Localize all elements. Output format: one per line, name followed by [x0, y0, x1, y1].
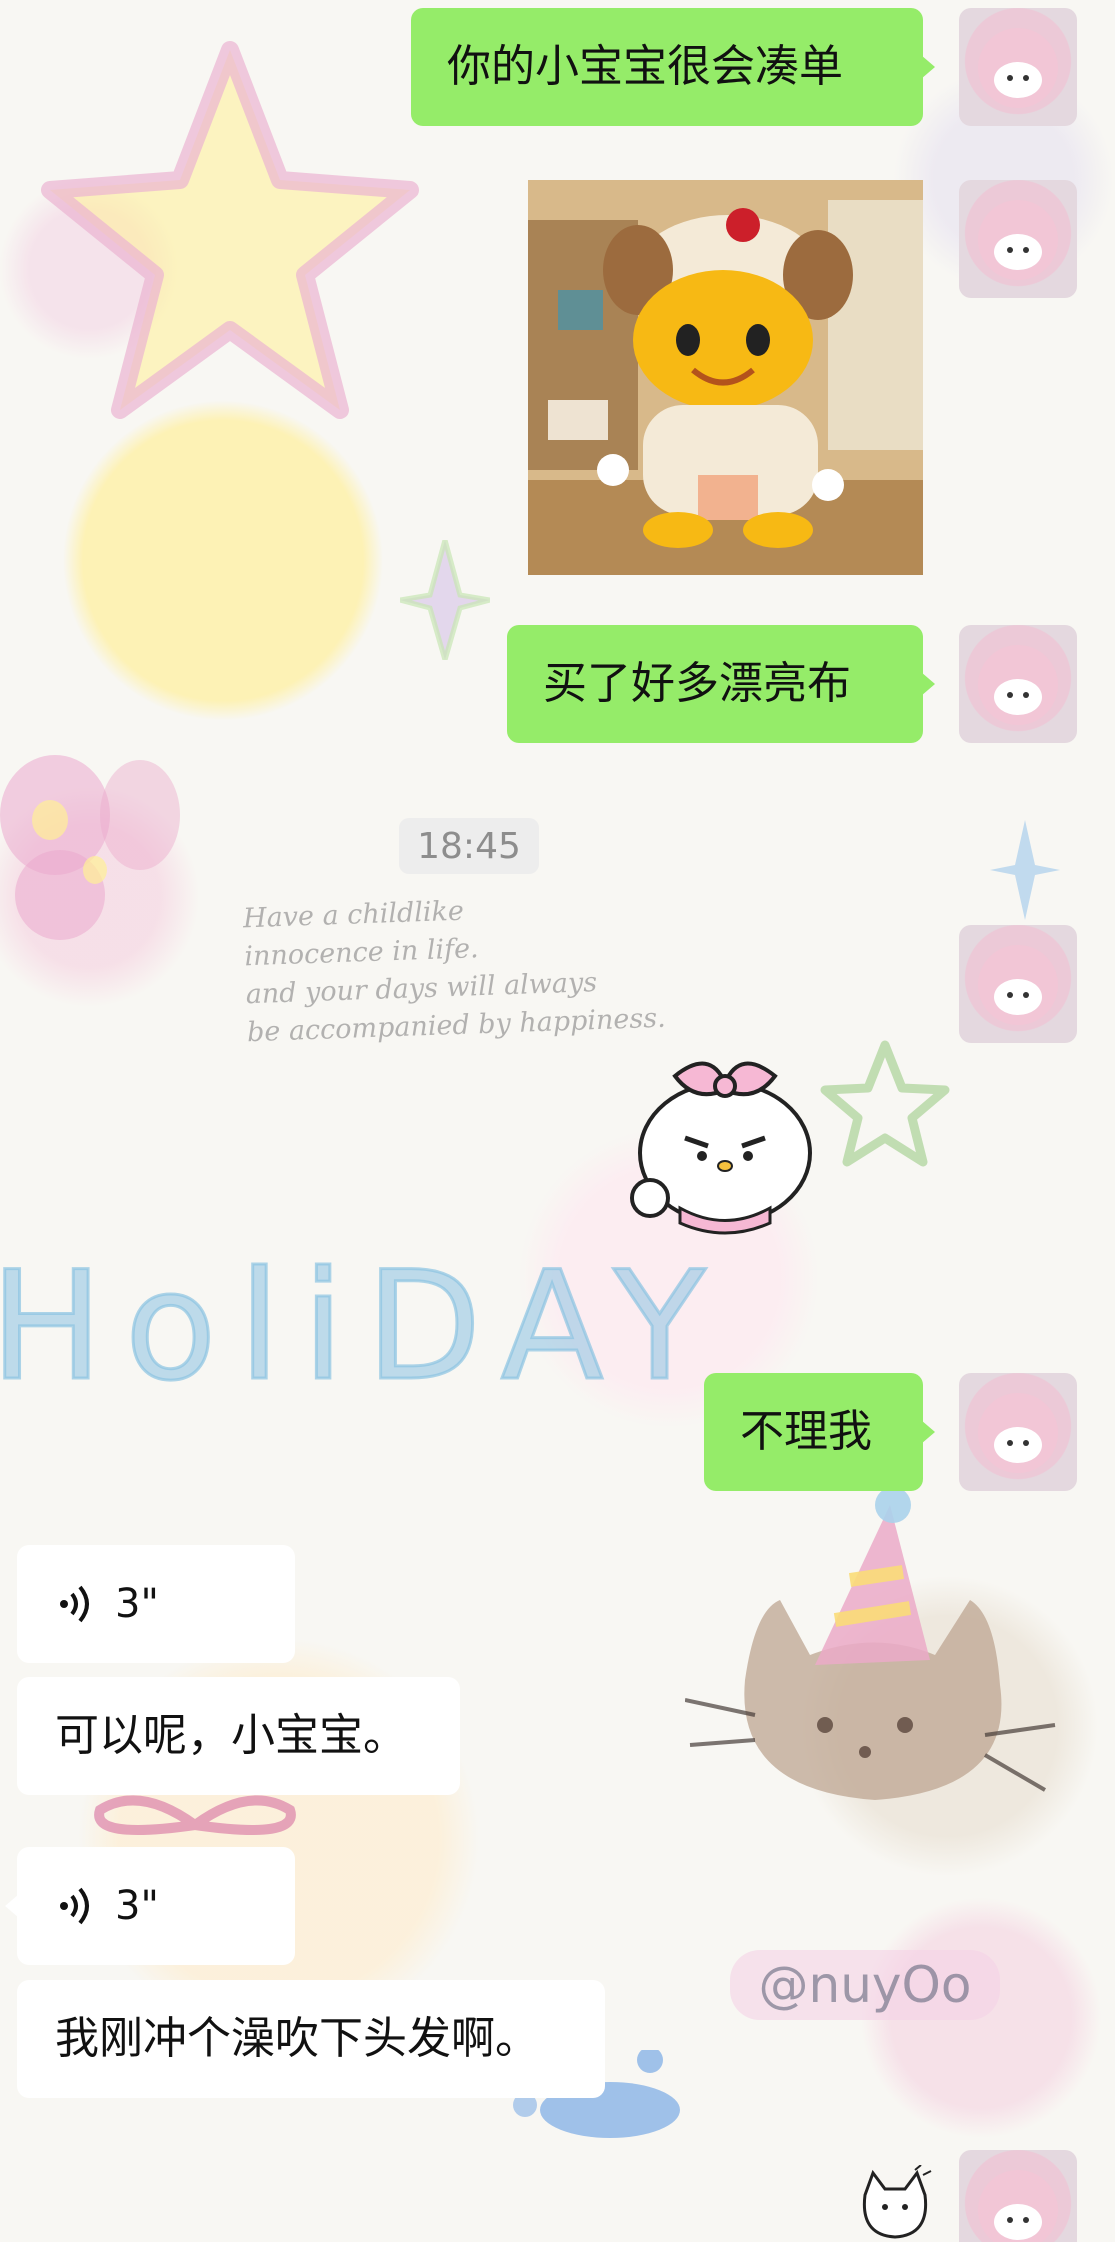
my-melody-avatar-icon [978, 2170, 1058, 2242]
voice-message-bubble[interactable]: 3" [17, 1545, 295, 1663]
background-handwriting: Have a childlike innocence in life. and … [242, 895, 667, 1049]
my-melody-avatar-icon [978, 1393, 1058, 1473]
avatar[interactable] [959, 1373, 1077, 1491]
butterfly-doodle [0, 755, 180, 940]
avatar[interactable] [959, 8, 1077, 126]
timestamp-text: 18:45 [417, 825, 521, 867]
voice-duration: 3" [115, 1883, 159, 1929]
voice-wave-icon [60, 1887, 89, 1925]
avatar[interactable] [959, 180, 1077, 298]
avatar[interactable] [959, 2150, 1077, 2242]
star-outline-doodle [820, 1040, 950, 1167]
message-text: 你的小宝宝很会凑单 [447, 41, 843, 92]
my-melody-avatar-icon [978, 645, 1058, 725]
chat-bubble-outgoing[interactable]: 买了好多漂亮布 [507, 625, 935, 743]
background-holiday-lettering: HoliDAY [0, 1239, 728, 1416]
avatar[interactable] [959, 925, 1077, 1043]
hello-kitty-sticker-icon [630, 1061, 812, 1235]
voice-wave-icon [60, 1585, 89, 1623]
chat-bubble-outgoing[interactable]: 你的小宝宝很会凑单 [411, 8, 935, 126]
puppy-toy-photo-icon [528, 180, 923, 575]
chat-bubble-incoming[interactable]: 可以呢，小宝宝。 [17, 1677, 460, 1795]
my-melody-avatar-icon [978, 945, 1058, 1025]
avatar[interactable] [959, 625, 1077, 743]
sparkle-doodle [400, 540, 490, 660]
sticker-hello-kitty-angry[interactable] [620, 1048, 830, 1238]
background-handle-label: @nuyOo [730, 1950, 1000, 2020]
chat-bubble-outgoing[interactable]: 不理我 [704, 1373, 935, 1491]
cat-sketch-sticker-icon [862, 2164, 932, 2239]
timestamp-badge: 18:45 [399, 818, 539, 874]
my-melody-avatar-icon [978, 28, 1058, 108]
my-melody-avatar-icon [978, 200, 1058, 280]
sticker-cat-sketch[interactable] [855, 2164, 935, 2242]
sparkle-blue-doodle [990, 820, 1060, 920]
message-text: 买了好多漂亮布 [543, 658, 851, 709]
cat-party-doodle [685, 1490, 1056, 1800]
message-text: 我刚冲个澡吹下头发啊。 [55, 2013, 539, 2064]
message-text: 可以呢，小宝宝。 [55, 1710, 407, 1761]
voice-duration: 3" [115, 1581, 159, 1627]
chat-bubble-incoming[interactable]: 我刚冲个澡吹下头发啊。 [17, 1980, 605, 2098]
shared-photo-puppy-toy[interactable] [528, 180, 923, 575]
voice-message-bubble[interactable]: 3" [5, 1847, 295, 1965]
star-doodle [41, 41, 419, 419]
message-text: 不理我 [740, 1406, 872, 1457]
